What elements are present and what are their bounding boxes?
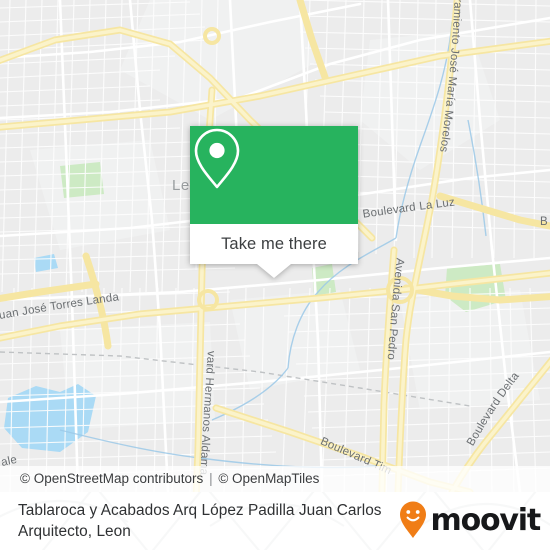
popup-image-area <box>190 126 358 224</box>
page-footer: Tablaroca y Acabados Arq López Padilla J… <box>0 492 550 550</box>
map-attribution: © OpenStreetMap contributors | © OpenMap… <box>0 466 550 492</box>
moovit-map-page: ramiento José María Morelos Boulevard La… <box>0 0 550 550</box>
location-title: Tablaroca y Acabados Arq López Padilla J… <box>18 502 382 540</box>
map-canvas[interactable]: ramiento José María Morelos Boulevard La… <box>0 0 550 492</box>
attribution-separator: | <box>209 471 213 486</box>
attribution-osm[interactable]: © OpenStreetMap contributors <box>20 471 203 486</box>
popup-tail <box>257 264 291 278</box>
location-popup-card[interactable]: Take me there <box>190 126 358 278</box>
take-me-there-label: Take me there <box>221 234 327 253</box>
take-me-there-button[interactable]: Take me there <box>190 224 358 278</box>
attribution-tiles[interactable]: © OpenMapTiles <box>218 471 319 486</box>
moovit-pin-smiley-icon <box>399 501 426 538</box>
moovit-wordmark: moovit <box>430 502 542 538</box>
map-pin-icon <box>194 128 240 189</box>
road-label-edge-right: B <box>540 216 548 228</box>
city-label: Le <box>172 177 190 194</box>
moovit-logo[interactable]: moovit <box>398 500 542 540</box>
